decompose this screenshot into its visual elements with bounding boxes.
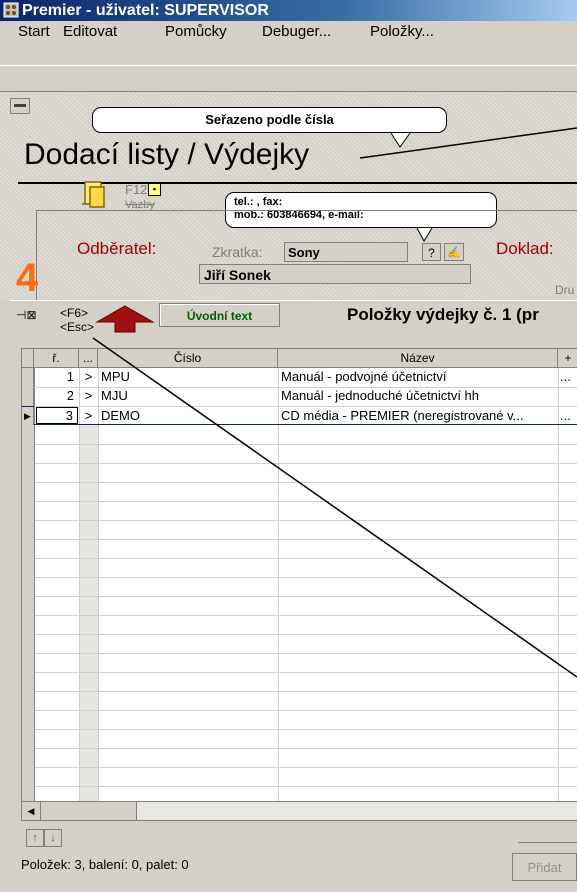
f12-shortcut-icon[interactable]: ▪ bbox=[148, 183, 161, 196]
scroll-thumb[interactable] bbox=[41, 802, 137, 820]
table-row[interactable]: 1 > MPU Manuál - podvojné účetnictví ... bbox=[22, 368, 577, 387]
row-cislo: DEMO bbox=[101, 408, 140, 423]
row-mark[interactable]: > bbox=[79, 407, 98, 426]
row-nazev: Manuál - jednoduché účetnictví hh bbox=[281, 388, 480, 403]
doklad-label: Doklad: bbox=[496, 239, 554, 258]
edit-hand-icon[interactable]: ✍ bbox=[444, 243, 464, 261]
header-nazev[interactable]: Název bbox=[278, 349, 558, 368]
menu-start[interactable]: Start bbox=[18, 21, 50, 43]
pin-icon[interactable]: ⊣⊠ bbox=[16, 308, 37, 322]
menu-debuger[interactable]: Debuger... bbox=[262, 21, 331, 43]
customer-name-field[interactable]: Jiří Sonek bbox=[199, 264, 471, 284]
row-mark[interactable]: > bbox=[79, 387, 98, 406]
row-cislo: MJU bbox=[101, 388, 128, 403]
menu-bar: Start Editovat Pomůcky Debuger... Položk… bbox=[0, 21, 577, 43]
row-nazev: Manuál - podvojné účetnictví bbox=[281, 369, 447, 384]
step-number: 4 bbox=[16, 256, 39, 300]
items-grid[interactable]: ř. ... Číslo Název + 1 > MPU Manuál - po… bbox=[21, 348, 577, 803]
header-row-number[interactable]: ř. bbox=[34, 349, 79, 368]
zkratka-field[interactable]: Sony bbox=[284, 242, 408, 262]
window-title: Premier - uživatel: SUPERVISOR bbox=[22, 2, 269, 19]
zkratka-label: Zkratka: bbox=[212, 244, 263, 260]
row-mark[interactable]: > bbox=[79, 368, 98, 387]
f12-key-label: F12 bbox=[125, 182, 148, 197]
move-down-icon[interactable]: ↓ bbox=[44, 829, 62, 847]
menu-editovat[interactable]: Editovat bbox=[63, 21, 117, 43]
key-esc: <Esc> bbox=[60, 320, 95, 334]
header-mark[interactable]: ... bbox=[79, 349, 98, 368]
current-row-icon: ▶ bbox=[22, 407, 34, 426]
sort-tooltip: Seřazeno podle čísla bbox=[92, 107, 447, 133]
help-button[interactable]: ? bbox=[422, 243, 441, 261]
table-row[interactable]: 2 > MJU Manuál - jednoduché účetnictví h… bbox=[22, 387, 577, 406]
row-number: 2 bbox=[66, 388, 74, 403]
document-links-icon[interactable] bbox=[80, 180, 106, 212]
row-plus[interactable]: ... bbox=[560, 368, 577, 387]
title-bar[interactable]: Premier - uživatel: SUPERVISOR bbox=[0, 0, 577, 21]
key-f6: <F6> bbox=[60, 306, 89, 320]
row-plus[interactable] bbox=[560, 387, 577, 406]
add-button[interactable]: Přidat bbox=[512, 853, 577, 881]
grid-header: ř. ... Číslo Název + bbox=[22, 349, 577, 368]
page-title: Dodací listy / Výdejky bbox=[24, 138, 310, 171]
header-plus[interactable]: + bbox=[558, 349, 577, 368]
status-text: Položek: 3, balení: 0, palet: 0 bbox=[21, 857, 189, 872]
menu-pomucky[interactable]: Pomůcky bbox=[165, 21, 227, 43]
arrow-up-icon[interactable] bbox=[95, 304, 155, 334]
row-plus[interactable]: ... bbox=[560, 407, 577, 426]
header-indicator bbox=[22, 349, 34, 368]
move-up-icon[interactable]: ↑ bbox=[26, 829, 44, 847]
menu-polozky[interactable]: Položky... bbox=[370, 21, 434, 43]
toolbar bbox=[0, 65, 577, 92]
header-cislo[interactable]: Číslo bbox=[98, 349, 278, 368]
row-cislo: MPU bbox=[101, 369, 130, 384]
customer-label: Odběratel: bbox=[77, 239, 157, 258]
scroll-left-icon[interactable]: ◀ bbox=[22, 802, 41, 820]
row-nazev: CD média - PREMIER (neregistrované v... bbox=[281, 408, 524, 423]
row-number: 1 bbox=[66, 369, 74, 384]
collapse-button[interactable] bbox=[10, 98, 30, 114]
dru-label: Dru bbox=[555, 283, 575, 297]
shortcut-keys: <F6> <Esc> bbox=[60, 306, 94, 334]
horizontal-scrollbar[interactable]: ◀ bbox=[21, 801, 577, 821]
contact-phone: tel.: , fax: bbox=[234, 196, 283, 208]
table-row-selected[interactable]: ▶ 3 > DEMO CD média - PREMIER (neregistr… bbox=[22, 406, 577, 426]
items-title: Položky výdejky č. 1 (pr bbox=[347, 305, 539, 324]
intro-text-button[interactable]: Úvodní text bbox=[159, 303, 280, 327]
row-number[interactable]: 3 bbox=[36, 407, 78, 424]
app-icon bbox=[3, 2, 19, 18]
